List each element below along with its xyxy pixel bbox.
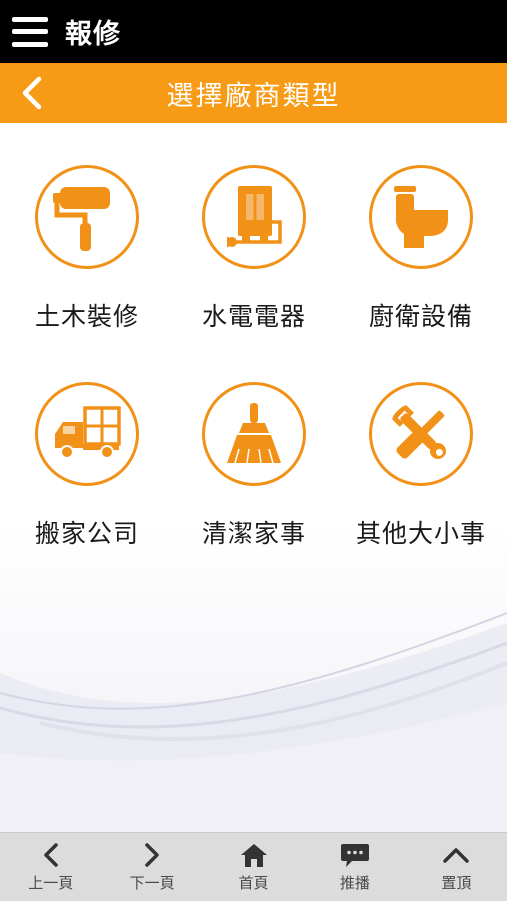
category-label: 土木裝修	[34, 302, 139, 331]
category-label: 搬家公司	[34, 519, 139, 548]
nav-back-to-top[interactable]: 置頂	[406, 833, 507, 901]
category-icon-frame	[202, 165, 306, 269]
nav-label: 下一頁	[129, 874, 175, 892]
category-label: 水電電器	[201, 302, 306, 331]
page-title: 選擇廠商類型	[166, 80, 341, 112]
nav-label: 上一頁	[28, 874, 74, 892]
broom-icon	[227, 403, 281, 464]
category-other-matters[interactable]: 其他大小事	[351, 382, 491, 550]
category-plumbing-electrical[interactable]: 水電電器	[184, 165, 324, 333]
moving-truck-icon	[55, 406, 121, 459]
category-icon-frame	[369, 165, 473, 269]
nav-push-notifications[interactable]: 推播	[304, 833, 405, 901]
nav-next-page[interactable]: 下一頁	[101, 833, 202, 901]
nav-label: 推播	[339, 874, 370, 892]
app-title: 報修	[65, 19, 121, 50]
category-label: 廚衛設備	[368, 302, 473, 331]
chat-bubble-icon	[340, 844, 369, 867]
category-icon-frame	[369, 382, 473, 486]
category-civil-renovation[interactable]: 土木裝修	[17, 165, 157, 333]
category-icon-frame	[35, 382, 139, 486]
paint-roller-icon	[53, 187, 110, 251]
bottom-nav: 上一頁 下一頁 首頁 推播 置頂	[0, 832, 507, 901]
home-icon	[240, 844, 267, 867]
background-waves	[0, 523, 507, 832]
title-bar: 選擇廠商類型	[0, 63, 507, 123]
nav-home[interactable]: 首頁	[203, 833, 304, 901]
back-button[interactable]	[10, 69, 54, 117]
category-moving-company[interactable]: 搬家公司	[17, 382, 157, 550]
chevron-right-icon	[145, 843, 159, 867]
category-icon-frame	[35, 165, 139, 269]
chevron-left-icon	[22, 76, 42, 110]
category-content: 土木裝修 水電電器 廚衛設備 搬家公司 清潔家事 其他大小事	[0, 123, 507, 832]
app-bar: 報修	[0, 0, 507, 63]
nav-label: 置頂	[441, 874, 472, 892]
nav-previous-page[interactable]: 上一頁	[0, 833, 101, 901]
chevron-left-icon	[43, 843, 58, 867]
water-heater-icon	[227, 186, 282, 247]
toilet-icon	[394, 186, 448, 248]
category-cleaning-housework[interactable]: 清潔家事	[184, 382, 324, 550]
hamburger-menu-icon[interactable]	[12, 16, 48, 47]
nav-label: 首頁	[238, 874, 269, 892]
category-icon-frame	[202, 382, 306, 486]
chevron-up-icon	[443, 848, 470, 863]
category-label: 其他大小事	[355, 519, 486, 548]
category-kitchen-bath[interactable]: 廚衛設備	[351, 165, 491, 333]
category-label: 清潔家事	[201, 519, 306, 548]
wrench-screwdriver-icon	[392, 405, 446, 459]
